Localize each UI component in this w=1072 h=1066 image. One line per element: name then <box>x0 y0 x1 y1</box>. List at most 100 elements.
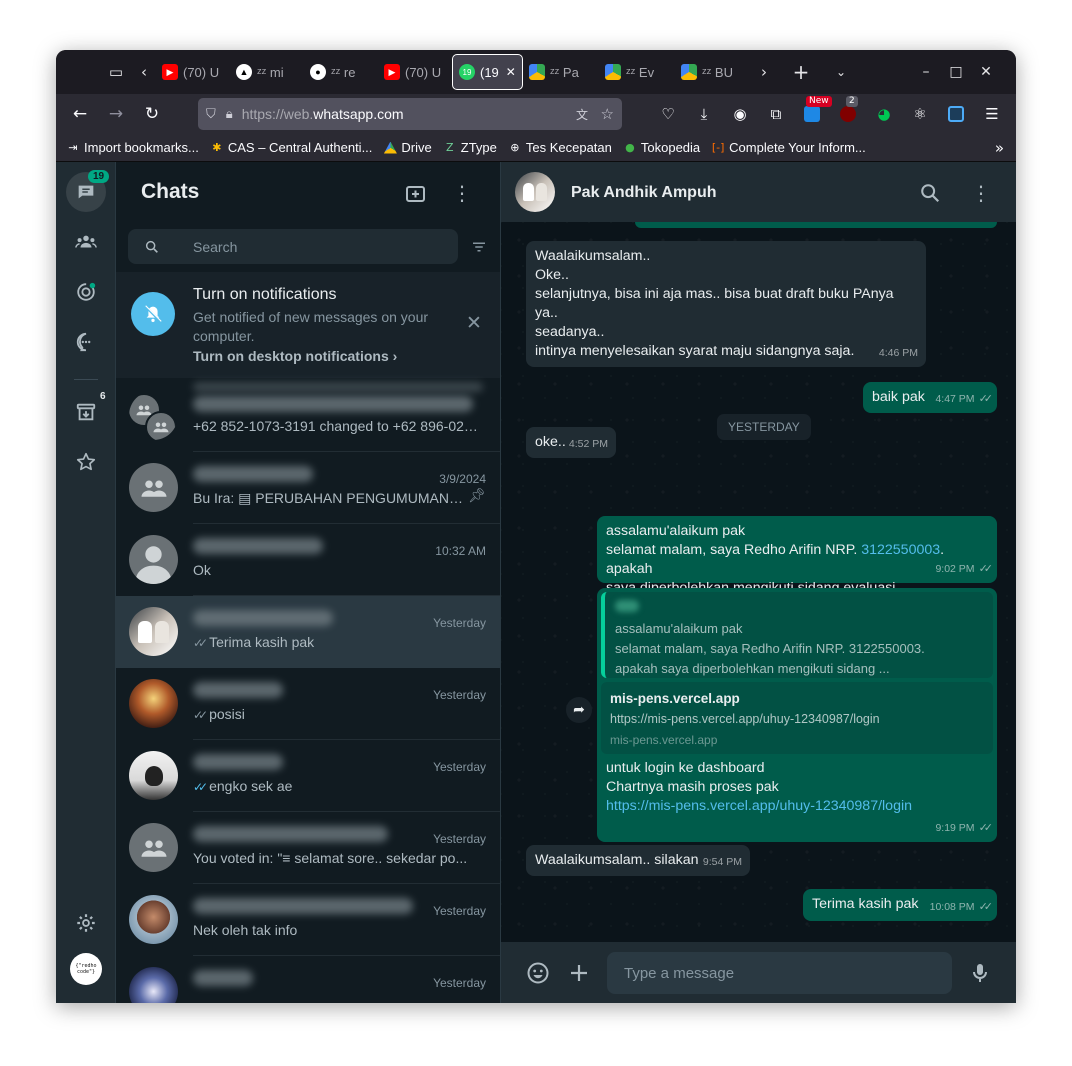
lock-icon[interactable]: 🔒︎ <box>226 107 233 122</box>
bookmark-ztype[interactable]: Z ZType <box>443 140 497 155</box>
settings-nav-button[interactable] <box>66 903 106 943</box>
chat-item-contact-3[interactable]: 10:32 AM Ok <box>116 524 500 596</box>
quoted-message[interactable]: assalamu'alaikum pak selamat malam, saya… <box>601 592 993 678</box>
tab-scroll-right-icon[interactable]: › <box>751 56 777 88</box>
chat-item-contact-8[interactable]: Yesterday Nek oleh tak info <box>116 884 500 956</box>
chat-time: Yesterday <box>433 904 486 918</box>
new-chat-button[interactable] <box>404 182 428 206</box>
bookmarks-overflow-icon[interactable]: » <box>995 139 1004 157</box>
bookmark-star-icon[interactable]: ☆ <box>601 105 614 123</box>
blurred-chat-name <box>193 466 313 482</box>
tab-drive-3[interactable]: ᶻᶻ BU <box>675 54 751 90</box>
link-preview[interactable]: mis-pens.vercel.app https://mis-pens.ver… <box>601 682 993 754</box>
phone-link[interactable]: 3122550003 <box>861 542 940 558</box>
filter-icon <box>473 242 485 252</box>
voice-message-button[interactable] <box>968 961 992 985</box>
enable-notifications-link[interactable]: Turn on desktop notifications › <box>193 348 397 364</box>
chat-item-contact-5[interactable]: Yesterday ✓✓ posisi <box>116 668 500 740</box>
message-input[interactable]: Type a message <box>607 952 952 994</box>
google-drive-icon <box>383 141 397 155</box>
communities-nav-button[interactable] <box>66 222 106 262</box>
tab-drive-2[interactable]: ᶻᶻ Ev <box>599 54 675 90</box>
message-incoming[interactable]: Waalaikumsalam.. Oke.. selanjutnya, bisa… <box>526 241 926 367</box>
chat-item-contact-6[interactable]: Yesterday ✓✓ engko sek ae <box>116 740 500 812</box>
chat-item-group-2[interactable]: 3/9/2024 Bu Ira: ▤ PERUBAHAN PENGUMUMAN … <box>116 452 500 524</box>
chat-last-message: ✓✓ Terima kasih pak <box>193 634 315 650</box>
tab-youtube-1[interactable]: ▶ (70) U <box>156 54 230 90</box>
contact-name[interactable]: Pak Andhik Ampuh <box>571 184 717 202</box>
contact-avatar[interactable] <box>515 172 555 212</box>
message-outgoing-reply[interactable]: assalamu'alaikum pak selamat malam, saya… <box>597 588 997 842</box>
message-link[interactable]: https://mis-pens.vercel.app/uhuy-1234098… <box>606 797 912 816</box>
message-incoming[interactable]: Waalaikumsalam.. silakan 9:54 PM <box>526 845 750 876</box>
url-bar[interactable]: ⛉ 🔒︎ https://web. whatsapp.com 文 ☆ <box>198 98 622 130</box>
forward-icon[interactable]: → <box>98 98 134 130</box>
extensions-icon[interactable]: ⧉ <box>760 98 792 130</box>
message-incoming[interactable]: oke.. 4:52 PM <box>526 427 616 458</box>
search-input[interactable]: Search <box>128 229 458 264</box>
tab-list-icon[interactable]: ▭ <box>100 56 132 88</box>
eye-extension-icon[interactable]: ◕ <box>868 98 900 130</box>
chat-time: Yesterday <box>433 616 486 630</box>
blurred-chat-name <box>193 898 413 914</box>
reload-icon[interactable]: ↻ <box>134 98 170 130</box>
chat-last-message: ✓✓ engko sek ae <box>193 778 293 794</box>
back-icon[interactable]: ← <box>62 98 98 130</box>
search-chat-button[interactable] <box>919 182 941 204</box>
close-banner-icon[interactable]: ✕ <box>466 312 482 334</box>
bookmark-form[interactable]: [-] Complete Your Inform... <box>711 140 866 155</box>
tab-whatsapp-active[interactable]: 19 (19 ✕ <box>452 54 523 90</box>
bookmark-drive[interactable]: Drive <box>383 140 432 155</box>
chat-item-contact-9[interactable]: Yesterday <box>116 956 500 1003</box>
bookmark-tes-kecepatan[interactable]: ⊕ Tes Kecepatan <box>508 140 612 155</box>
pocket-icon[interactable]: ♡ <box>652 98 684 130</box>
emoji-button[interactable] <box>526 961 550 985</box>
close-tab-icon[interactable]: ✕ <box>506 65 516 79</box>
window-close-icon[interactable]: ✕ <box>971 64 1001 80</box>
menu-kebab-icon[interactable]: ⋮ <box>971 181 991 205</box>
bookmark-import[interactable]: ⇥ Import bookmarks... <box>66 140 198 155</box>
globe-icon: ⊕ <box>510 141 520 154</box>
tab-2[interactable]: ▲ ᶻᶻ mi <box>230 54 304 90</box>
menu-kebab-icon[interactable]: ⋮ <box>452 182 472 206</box>
attach-button[interactable] <box>567 961 591 985</box>
message-meta: 4:47 PM ✓✓ <box>935 392 993 405</box>
filter-button[interactable] <box>470 238 488 256</box>
download-icon[interactable]: ⤓ <box>688 98 720 130</box>
maximize-icon[interactable]: □ <box>941 64 971 80</box>
message-outgoing[interactable]: Terima kasih pak 10:08 PM ✓✓ <box>803 889 997 921</box>
extension-new-icon[interactable]: New <box>796 96 832 130</box>
tab-drive-1[interactable]: ᶻᶻ Pa <box>523 54 599 90</box>
menu-hamburger-icon[interactable]: ☰ <box>976 98 1008 130</box>
status-nav-button[interactable] <box>66 272 106 312</box>
chat-last-message: You voted in: "≡ selamat sore.. sekedar … <box>193 850 468 866</box>
new-tab-icon[interactable]: + <box>785 56 817 88</box>
forward-icon[interactable]: ➦ <box>566 697 592 723</box>
starred-nav-button[interactable] <box>66 442 106 482</box>
shield-icon[interactable]: ⛉ <box>206 107 216 122</box>
chats-nav-button[interactable]: 19 <box>66 170 110 212</box>
ublock-icon[interactable]: 2 <box>832 96 864 130</box>
message-outgoing[interactable]: assalamu'alaikum pak selamat malam, saya… <box>597 516 997 596</box>
archived-nav-button[interactable]: 6 <box>66 391 106 432</box>
bookmark-tokopedia[interactable]: ● Tokopedia <box>623 140 700 155</box>
bookmark-cas[interactable]: ✱ CAS – Central Authenti... <box>210 140 372 155</box>
tab-github[interactable]: ● ᶻᶻ re <box>304 54 378 90</box>
chat-item-pak-andhik-selected[interactable]: Yesterday ✓✓ Terima kasih pak <box>116 596 500 668</box>
conversation-pane: Pak Andhik Ampuh ⋮ Waalaikumsalam.. Oke.… <box>501 162 1016 1003</box>
account-icon[interactable]: ◉ <box>724 98 756 130</box>
message-outgoing[interactable]: baik pak 4:47 PM ✓✓ <box>863 382 997 413</box>
tab-overflow-chevron-icon[interactable]: ⌄ <box>825 56 857 88</box>
chat-item-group-workshop[interactable]: +62 852-1073-3191 changed to +62 896-025… <box>116 380 500 452</box>
tab-scroll-left-icon[interactable]: ‹ <box>132 56 156 88</box>
minimize-icon[interactable]: – <box>911 64 941 80</box>
conversation-header[interactable]: Pak Andhik Ampuh ⋮ <box>501 162 1016 222</box>
extension-square-icon[interactable] <box>940 98 972 130</box>
message-line: selamat malam, saya Redho Arifin NRP. 31… <box>606 542 945 577</box>
react-devtools-icon[interactable]: ⚛ <box>904 98 936 130</box>
translate-icon[interactable]: 文 <box>576 106 588 123</box>
chat-item-group-7[interactable]: Yesterday You voted in: "≡ selamat sore.… <box>116 812 500 884</box>
channels-nav-button[interactable] <box>66 322 106 362</box>
tab-youtube-2[interactable]: ▶ (70) U <box>378 54 452 90</box>
profile-avatar[interactable]: {"redho code"} <box>70 953 102 985</box>
